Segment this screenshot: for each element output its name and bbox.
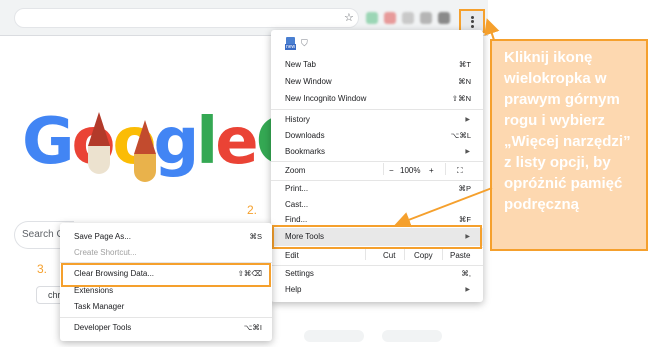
copy-button[interactable]: Copy bbox=[414, 248, 433, 264]
zoom-controls: − 100% + ⛶ bbox=[383, 163, 471, 179]
shortcut-tile[interactable] bbox=[304, 330, 364, 342]
edit-divider bbox=[404, 248, 405, 260]
menu-new-incognito-window[interactable]: New Incognito Window ⇧⌘N bbox=[271, 91, 483, 107]
menu-shortcut: ⌘, bbox=[461, 269, 471, 278]
menu-new-tab[interactable]: New Tab ⌘T bbox=[271, 57, 483, 73]
extension-icon[interactable] bbox=[420, 12, 432, 24]
menu-shortcut: ⌘P bbox=[458, 184, 471, 193]
menu-label: New Incognito Window bbox=[285, 94, 367, 103]
gnome-doodle-icon bbox=[88, 112, 110, 174]
shield-icon[interactable]: ⛉ bbox=[301, 38, 308, 49]
submenu-developer-tools[interactable]: Developer Tools ⌥⌘I bbox=[60, 320, 272, 336]
paste-button[interactable]: Paste bbox=[450, 248, 470, 264]
menu-shortcut: ⌥⌘I bbox=[243, 323, 262, 332]
address-bar[interactable] bbox=[14, 8, 359, 28]
gnome-doodle-icon bbox=[134, 120, 156, 182]
menu-bookmarks[interactable]: Bookmarks ▶ bbox=[271, 144, 483, 160]
menu-history[interactable]: History ▶ bbox=[271, 112, 483, 128]
logo-letter: e bbox=[215, 105, 258, 179]
menu-shortcut: ⌘T bbox=[458, 60, 471, 69]
extension-icon[interactable] bbox=[384, 12, 396, 24]
shortcut-tile[interactable] bbox=[382, 330, 442, 342]
menu-label: Settings bbox=[285, 269, 314, 278]
chrome-main-menu: New Tab ⌘T New Window ⌘N New Incognito Win… bbox=[271, 30, 483, 302]
submenu-arrow-icon: ▶ bbox=[465, 287, 470, 293]
logo-letter: g bbox=[153, 105, 199, 179]
zoom-level: 100% bbox=[400, 166, 421, 175]
menu-edit: Edit Cut Copy Paste bbox=[271, 248, 483, 264]
callout-text: Kliknij ikonę wielokropka w prawym górny… bbox=[504, 49, 631, 213]
zoom-divider bbox=[383, 163, 384, 175]
menu-label: Create Shortcut... bbox=[74, 248, 137, 257]
logo-letter: l bbox=[196, 105, 218, 179]
instruction-callout: Kliknij ikonę wielokropka w prawym górny… bbox=[490, 39, 648, 251]
google-doodle-logo[interactable]: GoogleG bbox=[22, 104, 308, 180]
edit-divider bbox=[442, 248, 443, 260]
menu-label: Developer Tools bbox=[74, 323, 132, 332]
menu-label: Cast... bbox=[285, 200, 309, 209]
menu-shortcut: ⌘N bbox=[458, 77, 471, 86]
extension-icon[interactable] bbox=[438, 12, 450, 24]
menu-label: Task Manager bbox=[74, 302, 125, 311]
menu-zoom: Zoom − 100% + ⛶ bbox=[271, 163, 483, 179]
menu-downloads[interactable]: Downloads ⌥⌘L bbox=[271, 128, 483, 144]
submenu-save-page[interactable]: Save Page As... ⌘S bbox=[60, 229, 272, 245]
menu-new-window[interactable]: New Window ⌘N bbox=[271, 74, 483, 90]
fullscreen-icon[interactable]: ⛶ bbox=[457, 163, 463, 179]
highlight-clear-browsing-data bbox=[61, 263, 271, 287]
zoom-divider bbox=[445, 163, 446, 175]
menu-settings[interactable]: Settings ⌘, bbox=[271, 266, 483, 282]
arrow-to-menu-button bbox=[484, 18, 500, 41]
menu-divider bbox=[60, 317, 272, 318]
logo-letter: G bbox=[22, 105, 75, 179]
menu-shortcut: ⌘S bbox=[249, 232, 262, 241]
menu-divider bbox=[271, 161, 483, 162]
star-icon[interactable]: ☆ bbox=[344, 11, 354, 25]
submenu-arrow-icon: ▶ bbox=[465, 149, 470, 155]
cut-button[interactable]: Cut bbox=[383, 248, 395, 264]
zoom-in-button[interactable]: + bbox=[429, 163, 434, 179]
extension-icon[interactable] bbox=[402, 12, 414, 24]
edit-divider bbox=[365, 248, 366, 260]
menu-cast[interactable]: Cast... bbox=[271, 197, 483, 213]
menu-label: Save Page As... bbox=[74, 232, 131, 241]
submenu-arrow-icon: ▶ bbox=[465, 117, 470, 123]
menu-label: Bookmarks bbox=[285, 147, 326, 156]
menu-label: New Tab bbox=[285, 60, 316, 69]
new-feature-icon[interactable]: new bbox=[285, 37, 297, 50]
menu-label: Print... bbox=[285, 184, 309, 193]
menu-divider bbox=[271, 109, 483, 110]
menu-label: Help bbox=[285, 285, 302, 294]
zoom-out-button[interactable]: − bbox=[389, 163, 394, 179]
menu-label: Zoom bbox=[285, 166, 306, 175]
submenu-task-manager[interactable]: Task Manager bbox=[60, 299, 272, 315]
extension-icon[interactable] bbox=[366, 12, 378, 24]
menu-shortcut: ⇧⌘N bbox=[451, 94, 471, 103]
highlight-more-tools bbox=[272, 225, 482, 249]
menu-shortcut: ⌥⌘L bbox=[450, 131, 471, 140]
menu-label: Downloads bbox=[285, 131, 325, 140]
menu-help[interactable]: Help ▶ bbox=[271, 282, 483, 298]
step-number-3: 3. bbox=[37, 262, 48, 276]
menu-label: Find... bbox=[285, 215, 308, 224]
search-placeholder: Search G bbox=[22, 229, 65, 240]
step-number-2: 2. bbox=[247, 203, 258, 217]
menu-label: Extensions bbox=[74, 286, 114, 295]
menu-print[interactable]: Print... ⌘P bbox=[271, 181, 483, 197]
menu-label: New Window bbox=[285, 77, 332, 86]
menu-label: History bbox=[285, 115, 310, 124]
submenu-create-shortcut: Create Shortcut... bbox=[60, 245, 272, 261]
menu-label: Edit bbox=[285, 251, 299, 260]
